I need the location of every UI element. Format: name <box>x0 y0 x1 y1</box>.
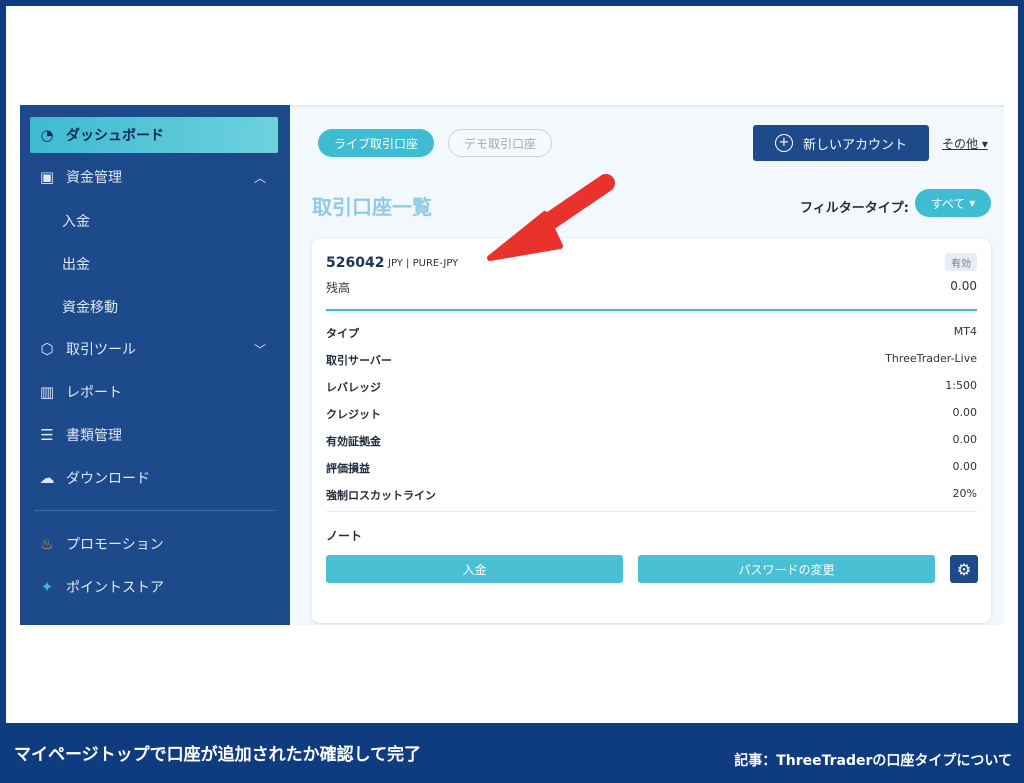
sidebar-item-label: 取引ツール <box>66 342 136 358</box>
status-badge: 有効 <box>945 253 977 271</box>
card-divider <box>326 309 977 311</box>
sidebar-item-download[interactable]: ☁ ダウンロード <box>30 460 278 496</box>
sidebar-item-trading-tools[interactable]: ⬡ 取引ツール ﹀ <box>30 331 278 367</box>
calendar-icon: ▣ <box>39 168 55 186</box>
caption-right: 記事：ThreeTraderの口座タイプについて <box>734 753 1012 769</box>
sidebar-item-label: レポート <box>66 385 122 401</box>
gauge-icon: ◔ <box>40 126 54 144</box>
balance-label: 残高 <box>326 281 351 295</box>
chevron-up-icon: ︿ <box>253 170 266 185</box>
gift-icon: ✦ <box>40 578 54 596</box>
detail-row: 強制ロスカットライン 20% <box>326 487 977 502</box>
cube-icon: ⬡ <box>40 340 54 358</box>
sidebar-item-label: ダウンロード <box>66 471 150 487</box>
sidebar-subitem-deposit[interactable]: 入金 <box>62 211 90 231</box>
deposit-button[interactable]: 入金 <box>326 555 623 583</box>
top-border <box>290 105 1004 107</box>
main-content: ライブ取引口座 デモ取引口座 + 新しいアカウント その他 ▾ 取引口座一覧 フ… <box>290 105 1004 625</box>
detail-row: 取引サーバー ThreeTrader-Live <box>326 352 977 367</box>
fire-icon: ♨ <box>40 535 54 553</box>
sidebar-subitem-transfer[interactable]: 資金移動 <box>62 297 118 317</box>
settings-button[interactable]: ⚙ <box>950 555 978 583</box>
sidebar-divider <box>34 510 276 511</box>
chart-icon: ▥ <box>39 383 55 401</box>
sidebar-item-documents[interactable]: ☰ 書類管理 <box>30 417 278 453</box>
detail-row: 有効証拠金 0.00 <box>326 433 977 448</box>
tab-live-accounts[interactable]: ライブ取引口座 <box>318 129 434 157</box>
caption-left: マイページトップで口座が追加されたか確認して完了 <box>14 745 422 765</box>
sidebar-item-promotion[interactable]: ♨ プロモーション <box>30 526 278 562</box>
account-card: 526042 JPY | PURE-JPY 有効 残高 0.00 タイプ MT4… <box>312 239 991 623</box>
gear-icon: ⚙ <box>956 559 972 579</box>
change-password-button[interactable]: パスワードの変更 <box>638 555 935 583</box>
sidebar-item-point-store[interactable]: ✦ ポイントストア <box>30 569 278 605</box>
note-label: ノート <box>326 529 363 543</box>
account-number: 526042 <box>326 255 385 271</box>
tab-demo-accounts[interactable]: デモ取引口座 <box>448 129 552 157</box>
detail-row: クレジット 0.00 <box>326 406 977 421</box>
plus-icon: + <box>774 134 793 152</box>
screenshot: ◔ ダッシュボード ▣ 資金管理 ︿ 入金 出金 資金移動 ⬡ 取引ツール ﹀ … <box>20 105 1004 625</box>
card-separator <box>326 511 977 512</box>
filter-label: フィルタータイプ: <box>800 201 909 216</box>
sidebar-item-label: ポイントストア <box>66 580 164 596</box>
sidebar-item-fund-management[interactable]: ▣ 資金管理 ︿ <box>30 159 278 195</box>
new-account-label: 新しいアカウント <box>802 137 907 153</box>
sidebar-item-label: ダッシュボード <box>66 128 164 144</box>
detail-row: タイプ MT4 <box>326 325 977 340</box>
document-icon: ☰ <box>40 426 54 444</box>
cloud-download-icon: ☁ <box>39 469 55 487</box>
caret-down-icon: ▾ <box>978 137 988 151</box>
other-menu-link[interactable]: その他 ▾ <box>942 135 988 152</box>
caret-down-icon: ▾ <box>965 196 976 210</box>
detail-row: 評価損益 0.00 <box>326 460 977 475</box>
sidebar-item-label: プロモーション <box>66 537 164 553</box>
sidebar-item-label: 書類管理 <box>66 428 122 444</box>
account-meta: JPY | PURE-JPY <box>388 258 459 269</box>
page-title: 取引口座一覧 <box>312 195 432 219</box>
sidebar-item-dashboard[interactable]: ◔ ダッシュボード <box>30 117 278 153</box>
chevron-down-icon: ﹀ <box>253 342 266 357</box>
sidebar: ◔ ダッシュボード ▣ 資金管理 ︿ 入金 出金 資金移動 ⬡ 取引ツール ﹀ … <box>20 105 290 625</box>
sidebar-subitem-withdraw[interactable]: 出金 <box>62 254 90 274</box>
new-account-button[interactable]: + 新しいアカウント <box>753 125 929 161</box>
detail-row: レバレッジ 1:500 <box>326 379 977 394</box>
sidebar-item-label: 資金管理 <box>66 170 122 186</box>
balance-value: 0.00 <box>950 279 977 293</box>
sidebar-item-report[interactable]: ▥ レポート <box>30 374 278 410</box>
filter-dropdown[interactable]: すべて ▾ <box>915 189 991 217</box>
